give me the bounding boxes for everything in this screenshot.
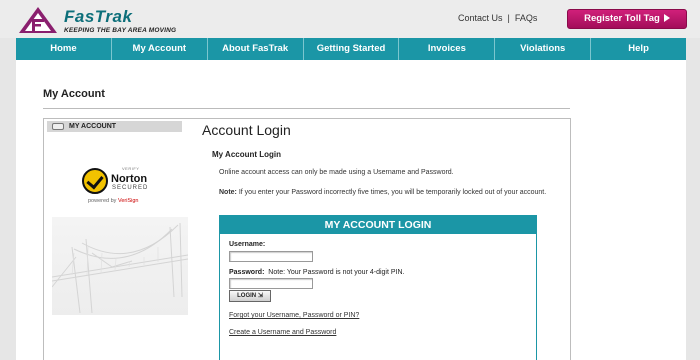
nav-help[interactable]: Help <box>591 38 686 60</box>
login-form: MY ACCOUNT LOGIN Username: Password: Not… <box>219 215 537 360</box>
bridge-illustration <box>52 222 188 314</box>
lockout-note: Note: If you enter your Password incorre… <box>219 187 564 198</box>
username-input[interactable] <box>229 251 313 262</box>
register-toll-tag-button[interactable]: Register Toll Tag <box>567 9 687 29</box>
access-description: Online account access can only be made u… <box>219 169 454 176</box>
my-account-login-subheading: My Account Login <box>212 150 282 159</box>
nav-invoices[interactable]: Invoices <box>399 38 496 60</box>
sidebar-item-my-account[interactable]: MY ACCOUNT <box>47 121 182 132</box>
account-login-heading: Account Login <box>202 122 291 138</box>
faqs-link[interactable]: FAQs <box>515 13 538 23</box>
login-button-label: LOGIN <box>237 293 257 299</box>
title-divider <box>43 108 570 109</box>
norton-secured-seal[interactable]: VERIFY Norton SECURED powered by VeriSig… <box>82 164 158 204</box>
brand-name: FasTrak <box>64 7 133 26</box>
norton-name: Norton <box>111 173 148 185</box>
nav-getting-started[interactable]: Getting Started <box>304 38 400 60</box>
login-button[interactable]: LOGIN ⇲ <box>229 290 271 302</box>
username-label-text: Username: <box>229 241 266 248</box>
note-text: If you enter your Password incorrectly f… <box>236 189 547 196</box>
norton-powered-by: powered by VeriSign <box>88 198 138 204</box>
password-label: Password: Note: Your Password is not you… <box>229 269 404 276</box>
nav-my-account[interactable]: My Account <box>112 38 208 60</box>
nav-about-fastrak[interactable]: About FasTrak <box>208 38 304 60</box>
fastrak-logo[interactable]: FasTrak KEEPING THE BAY AREA MOVING <box>18 6 188 34</box>
powered-by-text: powered by <box>88 198 117 204</box>
contact-us-link[interactable]: Contact Us <box>458 13 503 23</box>
nav-home[interactable]: Home <box>16 38 112 60</box>
norton-secured-text: SECURED <box>112 185 149 191</box>
bridge-image <box>52 217 188 315</box>
login-arrow-icon: ⇲ <box>257 293 263 299</box>
page-panel: My Account MY ACCOUNT VERIFY Norton SECU… <box>16 60 686 360</box>
nav-violations[interactable]: Violations <box>495 38 592 60</box>
note-label: Note: <box>219 189 237 196</box>
brand-tagline: KEEPING THE BAY AREA MOVING <box>64 27 177 34</box>
fastrak-logo-icon <box>19 7 57 33</box>
link-separator: | <box>507 13 510 23</box>
forgot-credentials-link[interactable]: Forgot your Username, Password or PIN? <box>229 312 359 319</box>
utility-links: Contact Us | FAQs <box>458 13 537 23</box>
account-card-icon <box>52 123 64 130</box>
create-username-link[interactable]: Create a Username and Password <box>229 329 336 336</box>
content-box: MY ACCOUNT VERIFY Norton SECURED powered… <box>43 118 571 360</box>
norton-verify-text: VERIFY <box>122 166 140 171</box>
page-title: My Account <box>43 88 105 100</box>
sidebar-item-label: MY ACCOUNT <box>69 123 117 130</box>
password-input[interactable] <box>229 278 313 289</box>
login-form-header: MY ACCOUNT LOGIN <box>220 216 536 234</box>
main-nav: Home My Account About FasTrak Getting St… <box>16 38 686 60</box>
verisign-text: VeriSign <box>117 198 139 204</box>
password-note: Note: Your Password is not your 4-digit … <box>268 269 405 276</box>
site-header: FasTrak KEEPING THE BAY AREA MOVING Cont… <box>0 0 700 38</box>
play-arrow-icon <box>663 14 670 23</box>
checkmark-icon <box>82 168 108 194</box>
password-label-text: Password: <box>229 269 265 276</box>
username-label: Username: <box>229 241 265 248</box>
register-toll-tag-label: Register Toll Tag <box>584 13 660 24</box>
